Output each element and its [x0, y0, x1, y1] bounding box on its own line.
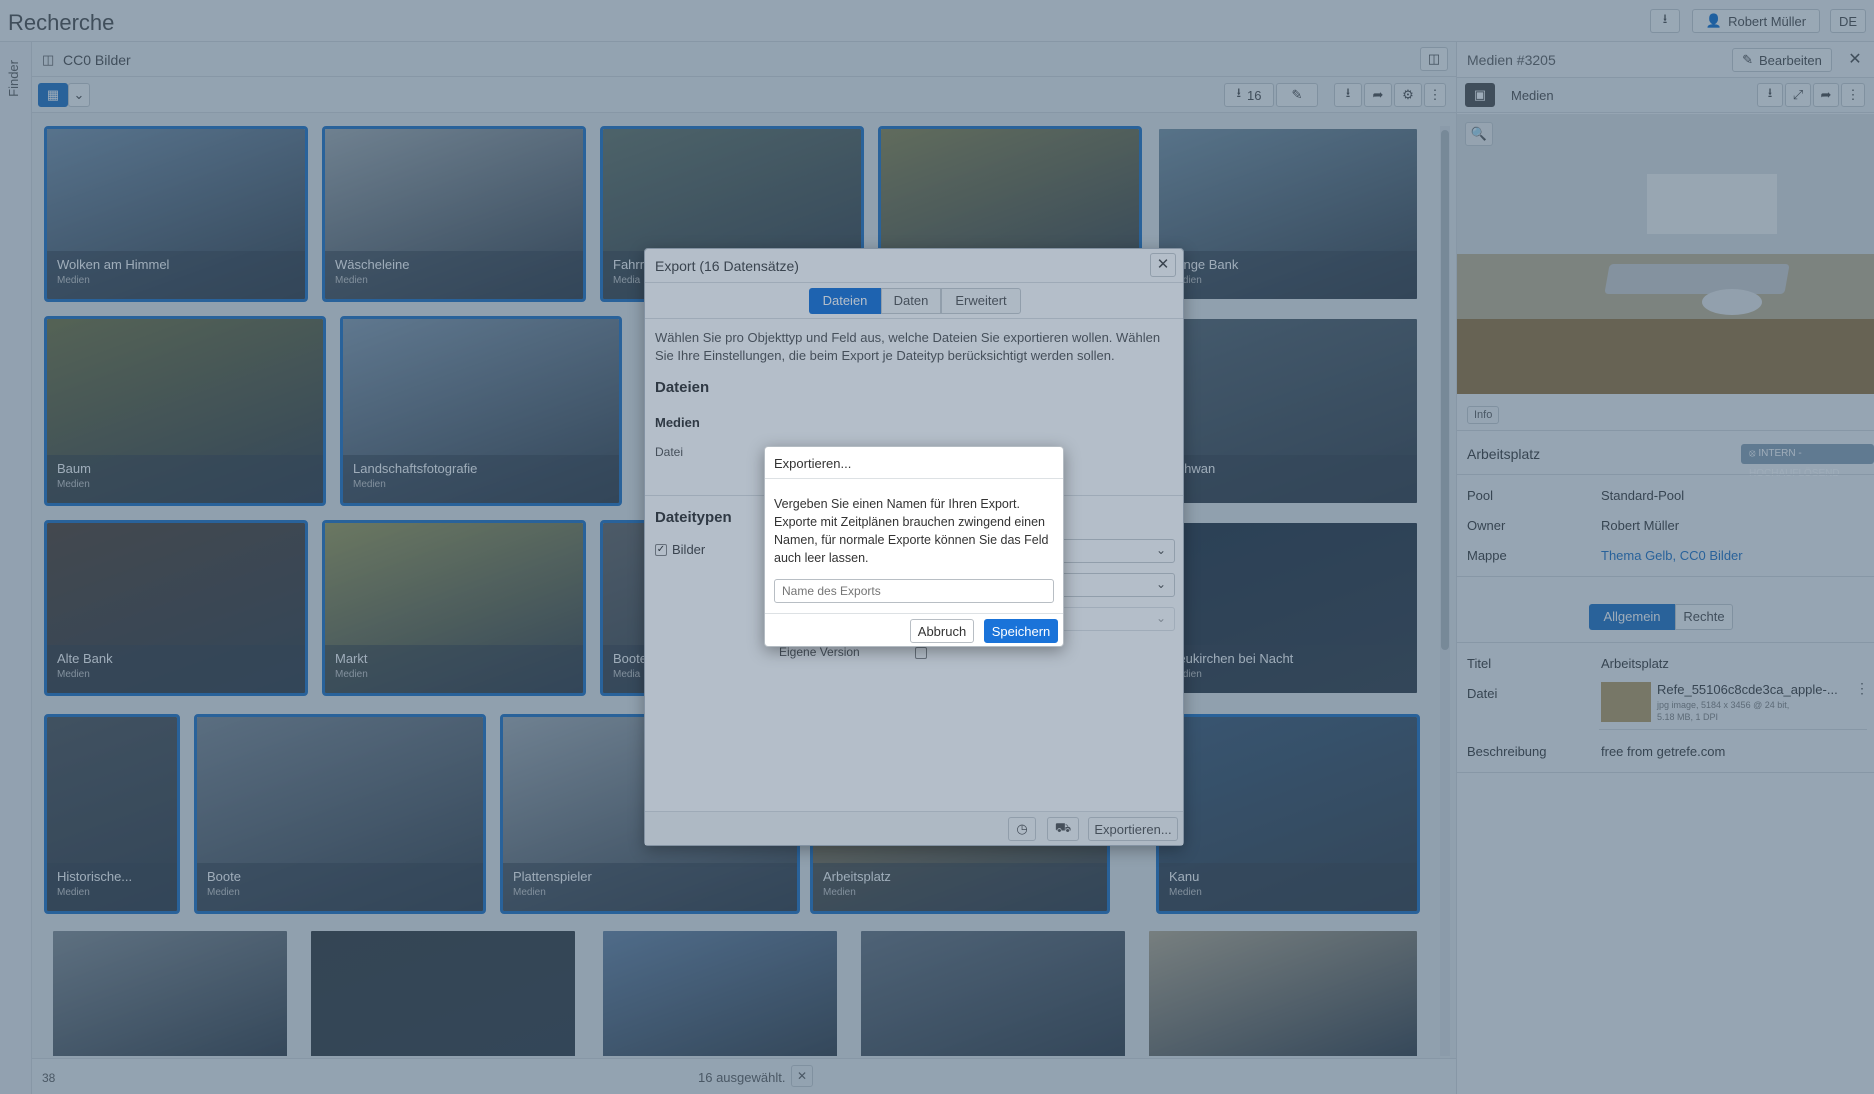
- name-dialog-text: Vergeben Sie einen Namen für Ihren Expor…: [774, 497, 1049, 565]
- name-dialog-title: Exportieren...: [774, 456, 852, 471]
- export-name-input[interactable]: [774, 579, 1054, 603]
- save-button[interactable]: Speichern: [984, 619, 1058, 643]
- name-dialog-header: Exportieren...: [765, 447, 1063, 479]
- export-name-dialog: Exportieren... Vergeben Sie einen Namen …: [764, 446, 1064, 647]
- cancel-button[interactable]: Abbruch: [910, 619, 974, 643]
